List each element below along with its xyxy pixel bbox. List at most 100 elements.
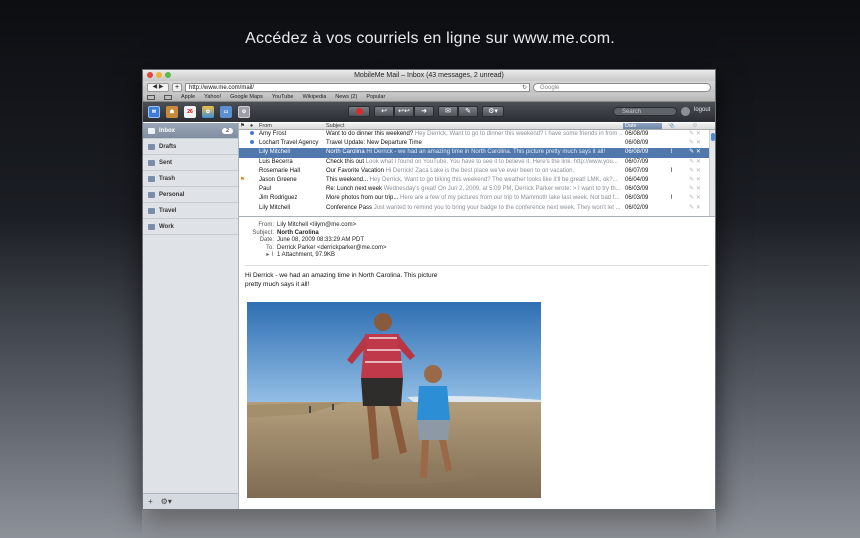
folder-icon bbox=[148, 191, 155, 198]
add-bookmark-button[interactable]: + bbox=[172, 82, 182, 92]
minimize-window-button[interactable] bbox=[156, 72, 162, 78]
delete-button[interactable] bbox=[348, 106, 370, 117]
message-subject-cell: Want to do dinner this weekend? bbox=[326, 131, 414, 137]
message-date-cell: 06/07/09 bbox=[625, 158, 649, 165]
reply-button[interactable]: ↩ bbox=[374, 106, 394, 117]
row-actions-icon[interactable]: ✎ ✕ bbox=[681, 176, 709, 185]
mail-app-icon[interactable]: ✉ bbox=[148, 106, 160, 118]
row-actions-icon[interactable]: ✎ ✕ bbox=[681, 130, 709, 139]
flag-icon[interactable]: ⚑ bbox=[240, 177, 245, 183]
message-subject-cell: Check this out bbox=[326, 158, 365, 165]
contacts-app-icon[interactable]: ☗ bbox=[166, 106, 178, 118]
column-from[interactable]: From bbox=[257, 123, 324, 129]
row-actions-icon[interactable]: ✎ ✕ bbox=[681, 148, 709, 157]
window-reflection bbox=[142, 510, 716, 538]
compose-button[interactable]: ✎ bbox=[458, 106, 478, 117]
row-actions-icon[interactable]: ✎ ✕ bbox=[681, 194, 709, 203]
message-date-cell: 06/02/09 bbox=[625, 204, 649, 211]
bookmark-item[interactable]: News (2) bbox=[335, 94, 357, 100]
account-app-icon[interactable]: ⚙ bbox=[238, 106, 250, 118]
message-row[interactable]: Lily Mitchell Conference Pass Just wanted… bbox=[239, 204, 715, 213]
row-actions-icon[interactable]: ✎ ✕ bbox=[681, 185, 709, 194]
message-row[interactable]: ⚑ Jason Greene This weekend... Hey Derrick… bbox=[239, 176, 715, 185]
row-actions-icon[interactable]: ✎ ✕ bbox=[681, 167, 709, 176]
person-icon[interactable] bbox=[681, 107, 690, 116]
message-preview: Hey Derrick, Want to go biking this week… bbox=[369, 176, 618, 183]
column-subject[interactable]: Subject bbox=[324, 123, 623, 129]
folder-actions-button[interactable]: ⚙▾ bbox=[161, 497, 172, 506]
trash-icon bbox=[148, 175, 155, 182]
message-to[interactable]: Derrick Parker <derrickparker@me.com> bbox=[277, 245, 386, 253]
close-window-button[interactable] bbox=[147, 72, 153, 78]
add-folder-button[interactable]: + bbox=[148, 497, 153, 506]
message-headers: From: Lily Mitchell <lilym@me.com> Subjec… bbox=[245, 222, 715, 260]
message-row[interactable]: Lochart Travel Agency Travel Update: New … bbox=[239, 139, 715, 148]
folder-inbox[interactable]: Inbox 2 bbox=[143, 123, 238, 139]
action-menu-button[interactable]: ⚙▾ bbox=[482, 106, 504, 117]
bookmark-item[interactable]: YouTube bbox=[272, 94, 294, 100]
column-date[interactable]: Date bbox=[623, 123, 662, 129]
message-row[interactable]: Lily Mitchell North Carolina Hi Derrick -… bbox=[239, 148, 715, 158]
zoom-window-button[interactable] bbox=[165, 72, 171, 78]
attached-photo[interactable] bbox=[247, 302, 541, 498]
row-actions-icon[interactable]: ✎ ✕ bbox=[681, 158, 709, 167]
reload-icon[interactable]: ↻ bbox=[522, 84, 527, 92]
message-sender: Amy Frost bbox=[259, 131, 287, 137]
flag-column-icon[interactable]: ⚑ bbox=[239, 123, 246, 129]
attachment-summary[interactable]: 1 Attachment, 97.9KB bbox=[277, 252, 335, 260]
folder-drafts[interactable]: Drafts bbox=[143, 139, 238, 155]
message-date-cell: 06/08/09 bbox=[625, 140, 649, 147]
idisk-app-icon[interactable]: ▭ bbox=[220, 106, 232, 118]
logout-link[interactable]: logout bbox=[694, 107, 710, 113]
message-subject-cell: Conference Pass bbox=[326, 204, 373, 211]
message-row[interactable]: Paul Re: Lunch next week Wednesday's grea… bbox=[239, 185, 715, 194]
message-row[interactable]: Rosemarie Hall Our Favorite Vacation Hi D… bbox=[239, 167, 715, 176]
paperclip-icon: ⌇ bbox=[670, 149, 673, 156]
back-forward-buttons[interactable]: ◀ ▶ bbox=[147, 82, 169, 92]
message-subject-cell: This weekend... bbox=[326, 176, 369, 183]
gear-column-icon[interactable]: ⚙ bbox=[681, 123, 709, 129]
folder-trash[interactable]: Trash bbox=[143, 171, 238, 187]
folder-travel[interactable]: Travel bbox=[143, 203, 238, 219]
status-column-icon[interactable]: ● bbox=[246, 123, 257, 129]
row-actions-icon[interactable]: ✎ ✕ bbox=[681, 139, 709, 148]
message-date-cell: 06/08/09 bbox=[625, 149, 649, 156]
bookmark-item[interactable]: Wikipedia bbox=[302, 94, 326, 100]
bookmark-item[interactable]: Popular bbox=[366, 94, 385, 100]
message-preview: Wednesday's great! On Jun 2, 2009, at 5:… bbox=[383, 186, 621, 193]
message-date-cell: 06/07/09 bbox=[625, 167, 649, 174]
bookmark-item[interactable]: Apple bbox=[181, 94, 195, 100]
calendar-app-icon[interactable]: 26 bbox=[184, 106, 196, 118]
message-date-cell: 06/03/09 bbox=[625, 186, 649, 193]
gallery-app-icon[interactable]: ✿ bbox=[202, 106, 214, 118]
window-titlebar: MobileMe Mail – Inbox (43 messages, 2 un… bbox=[143, 70, 715, 81]
message-subject-cell: Our Favorite Vacation bbox=[326, 167, 384, 174]
folder-work[interactable]: Work bbox=[143, 219, 238, 235]
folder-sent[interactable]: Sent bbox=[143, 155, 238, 171]
paperclip-icon: ⌇ bbox=[670, 195, 673, 202]
message-row[interactable]: Luis Becerra Check this out Look what I f… bbox=[239, 158, 715, 167]
get-mail-button[interactable]: ✉ bbox=[438, 106, 458, 117]
message-row[interactable]: Amy Frost Want to do dinner this weekend?… bbox=[239, 130, 715, 139]
mail-search-input[interactable]: Search bbox=[613, 107, 677, 116]
bookmark-item[interactable]: Yahoo! bbox=[204, 94, 221, 100]
row-actions-icon[interactable]: ✎ ✕ bbox=[681, 204, 709, 213]
window-title: MobileMe Mail – Inbox (43 messages, 2 un… bbox=[354, 72, 504, 79]
url-field[interactable]: http://www.me.com/mail/ ↻ bbox=[185, 82, 530, 92]
message-sender: Paul bbox=[259, 186, 272, 193]
google-search-field[interactable]: Google bbox=[533, 82, 711, 92]
message-subject-cell: Re: Lunch next week bbox=[326, 186, 383, 193]
grid-icon[interactable] bbox=[164, 94, 172, 100]
attachment-column-icon[interactable]: 📎 bbox=[662, 123, 681, 129]
message-list-scrollbar[interactable] bbox=[709, 130, 715, 216]
reply-all-button[interactable]: ↩↩ bbox=[394, 106, 414, 117]
bookmark-item[interactable]: Google Maps bbox=[230, 94, 263, 100]
message-sender: Jason Greene bbox=[259, 176, 297, 183]
browser-window: MobileMe Mail – Inbox (43 messages, 2 un… bbox=[142, 69, 716, 510]
book-icon[interactable] bbox=[147, 94, 155, 100]
folder-personal[interactable]: Personal bbox=[143, 187, 238, 203]
message-from[interactable]: Lily Mitchell <lilym@me.com> bbox=[277, 222, 356, 230]
forward-button[interactable]: ➜ bbox=[414, 106, 434, 117]
message-row[interactable]: Jim Rodriguez More photos from our trip..… bbox=[239, 194, 715, 203]
disclosure-triangle-icon[interactable]: ▸ ⌇ bbox=[245, 252, 277, 260]
